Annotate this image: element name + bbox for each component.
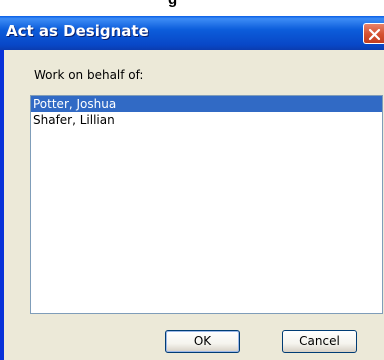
background-text: g xyxy=(168,0,177,8)
close-button[interactable] xyxy=(363,23,384,44)
dialog-window: Act as Designate Work on behalf of: Pott… xyxy=(0,16,384,360)
list-item[interactable]: Potter, Joshua xyxy=(31,96,382,112)
ok-button[interactable]: OK xyxy=(165,330,240,353)
designate-listbox[interactable]: Potter, Joshua Shafer, Lillian xyxy=(30,95,383,314)
title-bar[interactable]: Act as Designate xyxy=(0,16,384,50)
close-icon xyxy=(368,28,381,41)
list-item[interactable]: Shafer, Lillian xyxy=(31,112,382,128)
cancel-button[interactable]: Cancel xyxy=(282,330,357,353)
window-title: Act as Designate xyxy=(6,22,149,40)
background-strip: g xyxy=(0,0,384,16)
dialog-body: Work on behalf of: Potter, Joshua Shafer… xyxy=(4,50,384,360)
work-on-behalf-label: Work on behalf of: xyxy=(34,68,144,82)
